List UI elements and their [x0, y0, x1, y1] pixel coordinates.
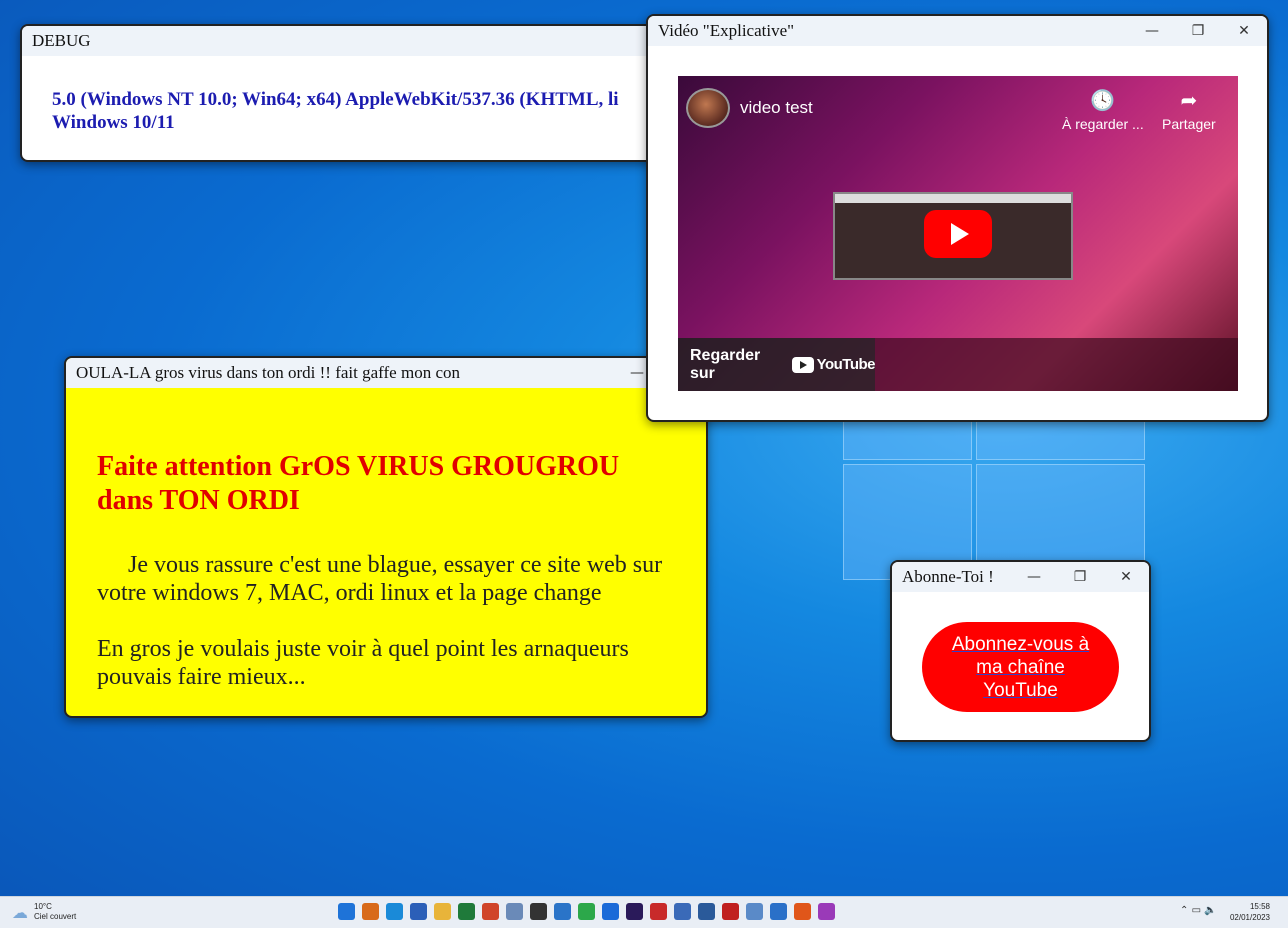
taskbar-app-icon[interactable]	[770, 903, 787, 920]
play-icon	[951, 223, 969, 245]
close-button[interactable]: ✕	[1221, 16, 1267, 46]
date: 02/01/2023	[1229, 913, 1270, 922]
video-title[interactable]: video test	[740, 98, 813, 118]
taskbar-app-icon[interactable]	[818, 903, 835, 920]
system-tray[interactable]: ⌃ ▭ 🔈	[1180, 905, 1217, 916]
taskbar-app-icon[interactable]	[434, 903, 451, 920]
chevron-up-icon[interactable]: ⌃	[1180, 905, 1188, 916]
time: 15:58	[1249, 902, 1270, 911]
virus-window[interactable]: OULA-LA gros virus dans ton ordi !! fait…	[64, 356, 708, 718]
channel-avatar[interactable]	[686, 88, 730, 128]
virus-paragraph-1: Je vous rassure c'est une blague, essaye…	[97, 552, 663, 606]
youtube-player[interactable]: video test 🕓 À regarder ... ➦ Partager R…	[678, 76, 1238, 391]
watch-on-youtube-button[interactable]: Regarder sur YouTube	[678, 338, 876, 391]
taskbar-app-icon[interactable]	[650, 903, 667, 920]
play-button[interactable]	[924, 210, 992, 258]
windows-logo-wallpaper	[843, 418, 1145, 580]
taskbar-app-icon[interactable]	[458, 903, 475, 920]
taskbar-apps	[338, 903, 835, 920]
taskbar-app-icon[interactable]	[554, 903, 571, 920]
subscribe-link[interactable]: Abonnez-vous à ma chaîne YouTube	[942, 633, 1099, 702]
virus-heading: Faite attention GrOS VIRUS GROUGROU dans…	[97, 451, 620, 516]
taskbar-app-icon[interactable]	[602, 903, 619, 920]
close-button[interactable]: ✕	[1103, 562, 1149, 592]
virus-paragraph-2: En gros je voulais juste voir à quel poi…	[97, 636, 629, 690]
youtube-logo-icon: YouTube	[791, 356, 876, 373]
virus-titlebar[interactable]: OULA-LA gros virus dans ton ordi !! fait…	[66, 358, 706, 388]
watch-later-button[interactable]: 🕓 À regarder ...	[1062, 88, 1144, 132]
taskbar-app-icon[interactable]	[338, 903, 355, 920]
subscribe-button[interactable]: Abonnez-vous à ma chaîne YouTube	[922, 622, 1119, 712]
taskbar-app-icon[interactable]	[386, 903, 403, 920]
minimize-button[interactable]: —	[1129, 16, 1175, 46]
debug-title: DEBUG	[32, 31, 91, 50]
subscribe-titlebar[interactable]: Abonne-Toi ! — ❐ ✕	[892, 562, 1149, 592]
video-window-title: Vidéo "Explicative"	[658, 21, 795, 40]
video-titlebar[interactable]: Vidéo "Explicative" — ❐ ✕	[648, 16, 1267, 46]
weather-text: Ciel couvert	[34, 912, 77, 921]
debug-window[interactable]: DEBUG 5.0 (Windows NT 10.0; Win64; x64) …	[20, 24, 660, 162]
clock-icon: 🕓	[1090, 88, 1116, 112]
os-text: Windows 10/11	[52, 112, 175, 133]
video-window[interactable]: Vidéo "Explicative" — ❐ ✕ video test 🕓 À…	[646, 14, 1269, 422]
network-icon[interactable]: ▭	[1192, 905, 1201, 916]
cloud-icon: ☁	[12, 902, 28, 922]
virus-content: Faite attention GrOS VIRUS GROUGROU dans…	[66, 388, 706, 691]
taskbar: ☁ 10°C Ciel couvert ⌃ ▭ 🔈 15:58 02/01/20…	[0, 896, 1288, 928]
taskbar-app-icon[interactable]	[722, 903, 739, 920]
virus-title: OULA-LA gros virus dans ton ordi !! fait…	[76, 363, 460, 382]
taskbar-app-icon[interactable]	[482, 903, 499, 920]
restore-button[interactable]: ❐	[1175, 16, 1221, 46]
video-bottom-strip	[875, 338, 1238, 391]
taskbar-app-icon[interactable]	[698, 903, 715, 920]
temperature: 10°C	[34, 902, 52, 911]
subscribe-title: Abonne-Toi !	[902, 567, 994, 586]
taskbar-app-icon[interactable]	[530, 903, 547, 920]
debug-content: 5.0 (Windows NT 10.0; Win64; x64) AppleW…	[22, 56, 658, 134]
restore-button[interactable]: ❐	[1057, 562, 1103, 592]
share-icon: ➦	[1180, 88, 1198, 112]
share-button[interactable]: ➦ Partager	[1162, 88, 1216, 132]
subscribe-content: Abonnez-vous à ma chaîne YouTube	[892, 592, 1149, 712]
taskbar-app-icon[interactable]	[794, 903, 811, 920]
taskbar-app-icon[interactable]	[674, 903, 691, 920]
subscribe-window[interactable]: Abonne-Toi ! — ❐ ✕ Abonnez-vous à ma cha…	[890, 560, 1151, 742]
clock[interactable]: 15:58 02/01/2023	[1230, 901, 1270, 923]
user-agent-text: 5.0 (Windows NT 10.0; Win64; x64) AppleW…	[52, 89, 619, 110]
volume-icon[interactable]: 🔈	[1204, 905, 1216, 916]
minimize-button[interactable]: —	[1011, 562, 1057, 592]
taskbar-app-icon[interactable]	[506, 903, 523, 920]
taskbar-app-icon[interactable]	[626, 903, 643, 920]
debug-titlebar[interactable]: DEBUG	[22, 26, 658, 56]
taskbar-app-icon[interactable]	[746, 903, 763, 920]
taskbar-app-icon[interactable]	[410, 903, 427, 920]
taskbar-app-icon[interactable]	[578, 903, 595, 920]
taskbar-app-icon[interactable]	[362, 903, 379, 920]
weather-widget[interactable]: ☁ 10°C Ciel couvert	[12, 902, 76, 922]
